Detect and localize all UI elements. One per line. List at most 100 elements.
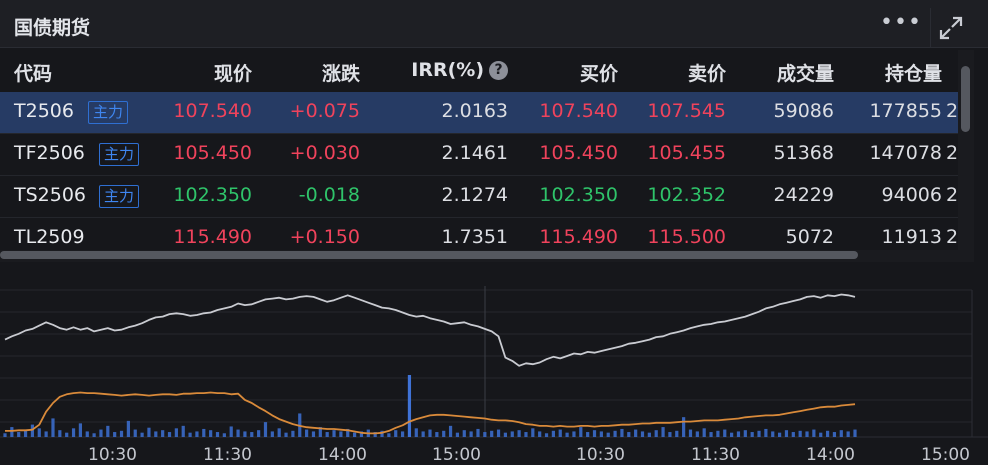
cell-ask: 107.545	[647, 100, 726, 122]
cell-price: 105.450	[173, 142, 252, 164]
horizontal-scroll-thumb[interactable]	[0, 251, 858, 259]
volume-bar	[65, 432, 69, 437]
volume-bar	[133, 429, 137, 437]
cell-ask: 105.455	[647, 142, 726, 164]
volume-bar	[517, 430, 521, 437]
volume-bar	[716, 430, 720, 437]
volume-bar	[407, 375, 412, 437]
cell-price: 107.540	[173, 100, 252, 122]
volume-bar	[805, 431, 809, 437]
volume-bar	[743, 430, 747, 437]
cell-irr: 2.1461	[441, 142, 508, 164]
vertical-scroll-thumb[interactable]	[961, 66, 970, 132]
volume-bar	[140, 432, 144, 437]
cell-irr: 1.7351	[441, 226, 508, 248]
volume-bar	[613, 430, 617, 437]
volume-bar	[723, 429, 727, 437]
x-tick-label: 14:00	[318, 445, 367, 465]
volume-bar	[572, 431, 576, 437]
volume-bar	[17, 432, 21, 437]
volume-bar	[250, 432, 254, 437]
volume-bar	[236, 429, 240, 437]
volume-bar	[812, 429, 816, 437]
volume-bar	[730, 432, 734, 437]
volume-bar	[421, 431, 425, 437]
table-row[interactable]: TF2506 主力 105.450 +0.030 2.1461 105.450 105.45…	[0, 134, 958, 176]
volume-bar	[777, 432, 782, 437]
cell-oi: 11913	[881, 226, 942, 248]
volume-bar	[387, 433, 391, 437]
x-tick-label: 15:00	[921, 445, 970, 465]
volume-bar	[476, 428, 480, 437]
volume-bar	[71, 428, 76, 437]
cell-ask: 102.352	[647, 184, 726, 206]
volume-bar	[750, 432, 754, 437]
volume-bar	[85, 431, 89, 437]
volume-bar	[215, 432, 220, 437]
vertical-scrollbar[interactable]	[958, 50, 974, 262]
volume-bar	[695, 431, 699, 437]
col-change[interactable]: 涨跌	[322, 59, 360, 86]
volume-bar	[709, 432, 713, 437]
volume-bar	[757, 430, 761, 437]
col-price[interactable]: 现价	[214, 59, 252, 86]
cell-irr: 2.0163	[441, 100, 508, 122]
table-row[interactable]: T2506 主力 107.540 +0.075 2.0163 107.540 107.545…	[0, 92, 958, 134]
volume-bar	[92, 433, 96, 437]
volume-bar	[524, 432, 528, 437]
volume-bar	[147, 427, 151, 437]
volume-bar	[832, 432, 837, 437]
volume-bar	[58, 430, 62, 437]
cell-oi: 94006	[881, 184, 942, 206]
volume-bar	[257, 430, 261, 437]
horizontal-scrollbar[interactable]	[0, 250, 958, 262]
x-tick-label: 15:00	[432, 445, 481, 465]
cell-bid: 107.540	[539, 100, 618, 122]
col-code[interactable]: 代码	[14, 59, 52, 86]
col-open-interest[interactable]: 持仓量	[885, 59, 942, 86]
table-row[interactable]: TS2506 主力 102.350 -0.018 2.1274 102.350 102.35…	[0, 176, 958, 218]
volume-bar	[332, 430, 336, 437]
cell-overflow: 2	[946, 142, 958, 164]
volume-bar	[291, 430, 295, 437]
volume-bar	[668, 432, 672, 437]
volume-bar	[825, 430, 830, 437]
cell-volume: 51368	[773, 142, 834, 164]
cell-ask: 115.500	[647, 226, 726, 248]
volume-bar	[647, 432, 651, 437]
col-irr[interactable]: IRR(%)?	[411, 59, 508, 81]
col-bid[interactable]: 买价	[580, 59, 618, 86]
volume-bar	[654, 430, 658, 437]
volume-bar	[558, 429, 562, 437]
help-icon[interactable]: ?	[489, 61, 508, 80]
cell-bid: 115.490	[539, 226, 618, 248]
volume-bar	[325, 432, 329, 437]
table-row[interactable]: TL2509 115.490 +0.150 1.7351 115.490 115.500 5…	[0, 218, 958, 250]
volume-bar	[771, 431, 775, 437]
volume-bar	[243, 431, 247, 437]
volume-bar	[675, 430, 679, 437]
volume-bar	[503, 432, 508, 437]
volume-bar	[99, 429, 103, 437]
volume-bar	[51, 418, 55, 437]
col-volume[interactable]: 成交量	[777, 59, 834, 86]
cell-change: +0.075	[289, 100, 360, 122]
average-price-line	[5, 391, 856, 435]
cell-overflow: 2	[946, 226, 958, 248]
price-line	[4, 293, 856, 367]
volume-bar	[311, 431, 316, 437]
col-ask[interactable]: 卖价	[688, 59, 726, 86]
expand-icon[interactable]	[930, 8, 970, 48]
cell-change: +0.030	[289, 142, 360, 164]
cell-volume: 59086	[773, 100, 834, 122]
volume-bar	[119, 430, 124, 437]
volume-bar	[661, 427, 665, 437]
intraday-chart[interactable]: 10:30 11:30 14:00 15:00 10:30 11:30 14:00 15:00	[0, 262, 988, 465]
panel-header: 国债期货 •••	[0, 0, 988, 48]
table-header: 代码 现价 涨跌 IRR(%)? 买价 卖价 成交量 持仓量	[0, 50, 958, 92]
main-contract-badge: 主力	[99, 185, 140, 208]
volume-bar	[682, 417, 686, 437]
more-dots-icon[interactable]: •••	[880, 8, 921, 42]
volume-bar	[490, 430, 494, 437]
x-tick-label: 10:30	[88, 445, 137, 465]
